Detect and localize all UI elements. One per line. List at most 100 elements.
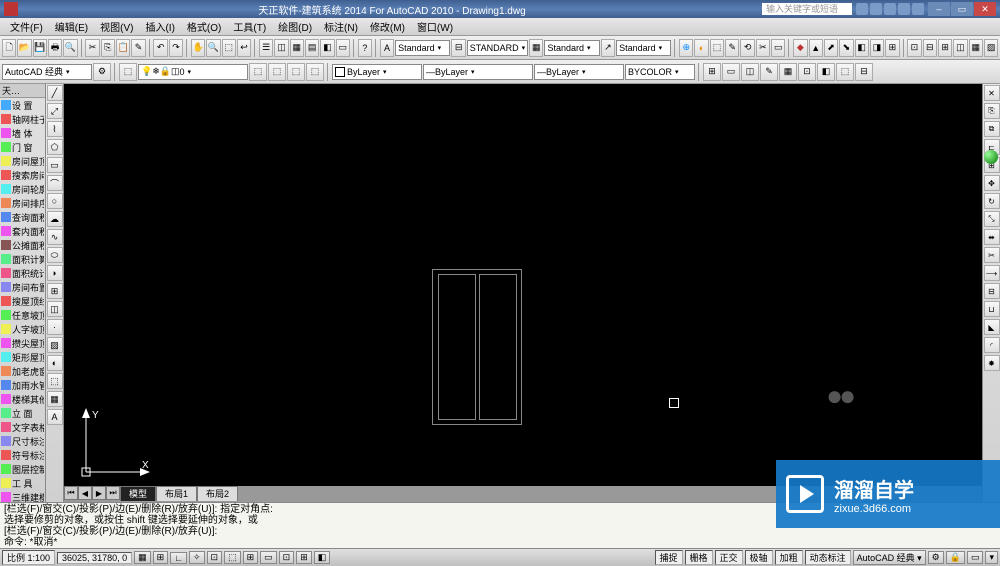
layer-tool-icon[interactable]: ⬚ [287,63,305,81]
mod-icon[interactable]: ◧ [855,39,869,57]
mod-icon[interactable]: ◆ [793,39,807,57]
status-toggle-icon[interactable]: ⊡ [207,551,223,564]
sheet-icon[interactable]: ▤ [305,39,319,57]
menu-edit[interactable]: 编辑(E) [49,19,94,34]
markup-icon[interactable]: ◧ [320,39,334,57]
move-icon[interactable]: ✥ [984,175,1000,191]
palette-item[interactable]: 门 窗 [0,140,45,154]
ext-icon[interactable] [898,3,910,15]
ext-icon[interactable] [912,3,924,15]
mleader-style-dropdown[interactable]: Standard▾ [616,40,671,56]
palette-item[interactable]: 人字坡顶 [0,322,45,336]
mod-icon[interactable]: ▲ [809,39,823,57]
table-style-dropdown[interactable]: Standard▾ [544,40,599,56]
status-toggle-icon[interactable]: ✧ [189,551,205,564]
insert-icon[interactable]: ▭ [722,63,740,81]
insert-icon[interactable]: ⊟ [855,63,873,81]
revcloud-icon[interactable]: ☁ [47,211,63,227]
circle-icon[interactable]: ○ [47,193,63,209]
palette-item[interactable]: 工 具 [0,476,45,490]
mod-icon[interactable]: ⊡ [907,39,921,57]
rectangle-icon[interactable]: ▭ [47,157,63,173]
palette-item[interactable]: 查询面积 [0,210,45,224]
drawing-canvas[interactable]: ●● X Y ⏮ ◀ ▶ ⏭ 模型 布局1 布局2 [64,84,982,502]
insert-icon[interactable]: ⊡ [798,63,816,81]
menu-tools[interactable]: 工具(T) [227,19,272,34]
tab-nav-last-icon[interactable]: ⏭ [106,486,120,500]
palette-item[interactable]: 房间布置 [0,280,45,294]
status-tool-icon[interactable]: ▾ [985,551,998,564]
join-icon[interactable]: ⊔ [984,301,1000,317]
palette-item[interactable]: 墙 体 [0,126,45,140]
palette-item[interactable]: 轴网柱子 [0,112,45,126]
mod-icon[interactable]: ▦ [969,39,983,57]
toolpalette-icon[interactable]: ▦ [290,39,304,57]
extend-icon[interactable]: ⟶ [984,265,1000,281]
layer-tool-icon[interactable]: ⬚ [249,63,267,81]
tab-layout2[interactable]: 布局2 [197,486,238,501]
menu-insert[interactable]: 插入(I) [139,19,180,34]
comm-center-icon[interactable] [984,150,998,164]
tab-nav-first-icon[interactable]: ⏮ [64,486,78,500]
scale-icon[interactable]: ⤡ [984,211,1000,227]
palette-item[interactable]: 任意坡顶 [0,308,45,322]
menu-draw[interactable]: 绘图(D) [272,19,318,34]
mod-icon[interactable]: ⬚ [710,39,724,57]
block-icon[interactable]: ◫ [47,301,63,317]
layer-dropdown[interactable]: 💡❄🔒◫ 0▾ [138,64,248,80]
ellipsearc-icon[interactable]: ◗ [47,265,63,281]
insert-icon[interactable]: ▦ [779,63,797,81]
zoom-window-icon[interactable]: ⬚ [222,39,236,57]
palette-item[interactable]: 三维建模 [0,490,45,502]
palette-header[interactable]: 天… [0,84,45,98]
palette-item[interactable]: 房间轮廓 [0,182,45,196]
style-icon[interactable]: A [380,39,394,57]
calc-icon[interactable]: ▭ [336,39,350,57]
text-style-dropdown[interactable]: Standard▾ [395,40,450,56]
palette-item[interactable]: 符号标注 [0,448,45,462]
palette-item[interactable]: 图层控制 [0,462,45,476]
mod-icon[interactable]: ⬊ [839,39,853,57]
arc-icon[interactable]: ⌒ [47,175,63,191]
plotstyle-dropdown[interactable]: BYCOLOR▾ [625,64,695,80]
palette-item[interactable]: 攒尖屋顶 [0,336,45,350]
point-icon[interactable]: · [47,319,63,335]
insert-icon[interactable]: ✎ [760,63,778,81]
copy-icon[interactable]: ⎘ [101,39,115,57]
open-icon[interactable]: 📂 [17,39,31,57]
mod-icon[interactable]: ⊟ [923,39,937,57]
close-button[interactable]: ✕ [974,2,996,16]
tab-model[interactable]: 模型 [120,486,156,501]
palette-item[interactable]: 立 面 [0,406,45,420]
palette-item[interactable]: 搜索房间 [0,168,45,182]
mirror-icon[interactable]: ⧉ [984,121,1000,137]
print-icon[interactable]: 🖶 [48,39,62,57]
layer-icon[interactable]: ⬚ [119,63,137,81]
tab-nav-prev-icon[interactable]: ◀ [78,486,92,500]
status-ortho[interactable]: 正交 [715,550,743,565]
help-icon[interactable]: ? [358,39,372,57]
status-ws-dropdown[interactable]: AutoCAD 经典 ▾ [853,550,926,565]
status-osnap[interactable]: 加粗 [775,550,803,565]
cad-rectangle-inner[interactable] [438,274,476,420]
status-tool-icon[interactable]: ⚙ [928,551,944,564]
mod-icon[interactable]: ⟲ [740,39,754,57]
save-icon[interactable]: 💾 [33,39,47,57]
stretch-icon[interactable]: ⬌ [984,229,1000,245]
status-toggle-icon[interactable]: ⊞ [243,551,259,564]
status-toggle-icon[interactable]: ▭ [260,551,277,564]
menu-file[interactable]: 文件(F) [4,19,49,34]
status-snap[interactable]: 捕捉 [655,550,683,565]
mod-icon[interactable]: ▨ [984,39,998,57]
status-tool-icon[interactable]: 🔒 [946,551,965,564]
dim-style-dropdown[interactable]: STANDARD▾ [467,40,528,56]
workspace-dropdown[interactable]: AutoCAD 经典▾ [2,64,92,80]
mod-icon[interactable]: ✎ [725,39,739,57]
menu-dimension[interactable]: 标注(N) [318,19,364,34]
xline-icon[interactable]: ⤢ [47,103,63,119]
paste-icon[interactable]: 📋 [116,39,130,57]
explode-icon[interactable]: ✸ [984,355,1000,371]
menu-modify[interactable]: 修改(M) [364,19,411,34]
status-toggle-icon[interactable]: ⬚ [224,551,241,564]
menu-view[interactable]: 视图(V) [94,19,139,34]
